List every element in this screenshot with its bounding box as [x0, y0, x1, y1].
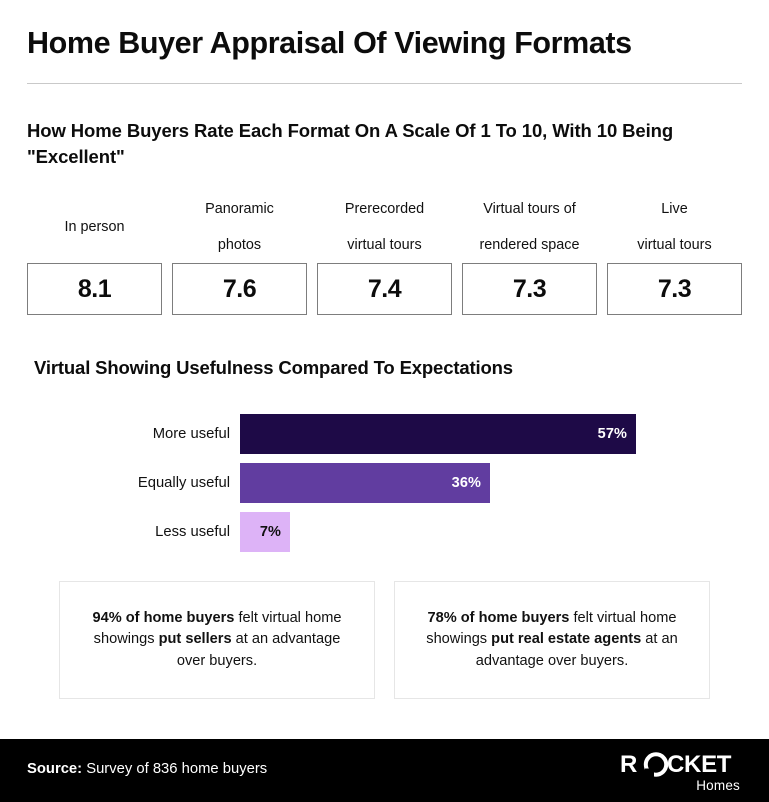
callout-box-agents: 78% of home buyers felt virtual home sho… [394, 581, 710, 699]
bar-row: Equally useful 36% [0, 463, 769, 503]
bar-category-label: More useful [152, 426, 230, 442]
bar-row: More useful 57% [0, 414, 769, 454]
page-title: Home Buyer Appraisal Of Viewing Formats [27, 26, 632, 60]
source-text: Survey of 836 home buyers [82, 761, 268, 777]
scorecard-label-line1: Live [661, 201, 688, 217]
scorecard: Live virtual tours 7.3 [607, 200, 742, 316]
scorecard-box: 8.1 [27, 263, 162, 316]
bar-track: 36% [240, 463, 769, 503]
scorecard-label: Live virtual tours [607, 200, 742, 263]
scorecard: In person 8.1 [27, 200, 162, 316]
callout-list: 94% of home buyers felt virtual home sho… [59, 581, 710, 699]
bar-value-label: 57% [597, 426, 627, 442]
scorecard-list: In person 8.1 Panoramic photos 7.6 Prere… [27, 200, 742, 316]
scorecard-label-line1: Virtual tours of [483, 201, 576, 217]
scorecard-value: 8.1 [77, 274, 112, 303]
scorecard-label: Panoramic photos [172, 200, 307, 263]
scorecard-label-line2: virtual tours [637, 237, 712, 254]
bar-value-label: 7% [259, 524, 281, 540]
scorecard-label-line2: virtual tours [347, 237, 422, 254]
usefulness-bar-chart: More useful 57% Equally useful 36% Less … [0, 414, 769, 561]
bar-track: 7% [240, 512, 769, 552]
scorecard-box: 7.4 [317, 263, 452, 316]
rocket-wordmark-icon: R CKET [620, 752, 732, 777]
scorecard-value: 7.3 [657, 274, 692, 303]
bar-fill-more-useful: 57% [240, 414, 636, 454]
scorecard-label: In person [27, 216, 162, 263]
rocket-homes-logo: R CKET Homes [620, 752, 742, 793]
bar-fill-equally-useful: 36% [240, 463, 490, 503]
scorecard-label-line1: Prerecorded [344, 201, 425, 217]
callout-bold-stat: 94% of home buyers [92, 609, 235, 626]
infographic-root: Home Buyer Appraisal Of Viewing Formats … [0, 0, 769, 802]
ratings-section-heading: How Home Buyers Rate Each Format On A Sc… [27, 120, 674, 168]
bar-category-label: Less useful [155, 524, 230, 540]
source-credit: Source: Survey of 836 home buyers [27, 761, 267, 777]
callout-bold-phrase: put real estate agents [491, 631, 642, 648]
callout-bold-stat: 78% of home buyers [427, 609, 570, 626]
callout-text: 94% of home buyers felt virtual home sho… [82, 608, 352, 673]
scorecard-label-line2: photos [217, 237, 262, 254]
source-label: Source: [27, 761, 83, 777]
bar-value-label: 36% [451, 475, 481, 491]
scorecard-label: Prerecorded virtual tours [317, 200, 452, 263]
bar-fill-less-useful: 7% [240, 512, 290, 552]
svg-text:CKET: CKET [667, 752, 732, 777]
scorecard: Prerecorded virtual tours 7.4 [317, 200, 452, 316]
scorecard-value: 7.4 [367, 274, 402, 303]
scorecard-box: 7.3 [462, 263, 597, 316]
bar-track: 57% [240, 414, 769, 454]
svg-text:R: R [620, 752, 637, 777]
bar-row: Less useful 7% [0, 512, 769, 552]
scorecard-box: 7.3 [607, 263, 742, 316]
scorecard: Panoramic photos 7.6 [172, 200, 307, 316]
logo-subtext: Homes [696, 778, 740, 793]
scorecard-value: 7.6 [222, 274, 257, 303]
scorecard: Virtual tours of rendered space 7.3 [462, 200, 597, 316]
scorecard-label-line2: rendered space [479, 237, 580, 254]
header-divider [27, 83, 742, 84]
logo-wordmark: R CKET [620, 752, 742, 777]
bar-category-label: Equally useful [137, 475, 230, 491]
callout-text: 78% of home buyers felt virtual home sho… [417, 608, 687, 673]
scorecard-value: 7.3 [512, 274, 547, 303]
scorecard-label-line1: Panoramic [205, 201, 274, 217]
callout-box-sellers: 94% of home buyers felt virtual home sho… [59, 581, 375, 699]
callout-bold-phrase: put sellers [158, 631, 232, 648]
scorecard-box: 7.6 [172, 263, 307, 316]
scorecard-label: Virtual tours of rendered space [462, 200, 597, 263]
usefulness-section-heading: Virtual Showing Usefulness Compared To E… [34, 357, 513, 378]
scorecard-label-line1: In person [64, 219, 125, 236]
